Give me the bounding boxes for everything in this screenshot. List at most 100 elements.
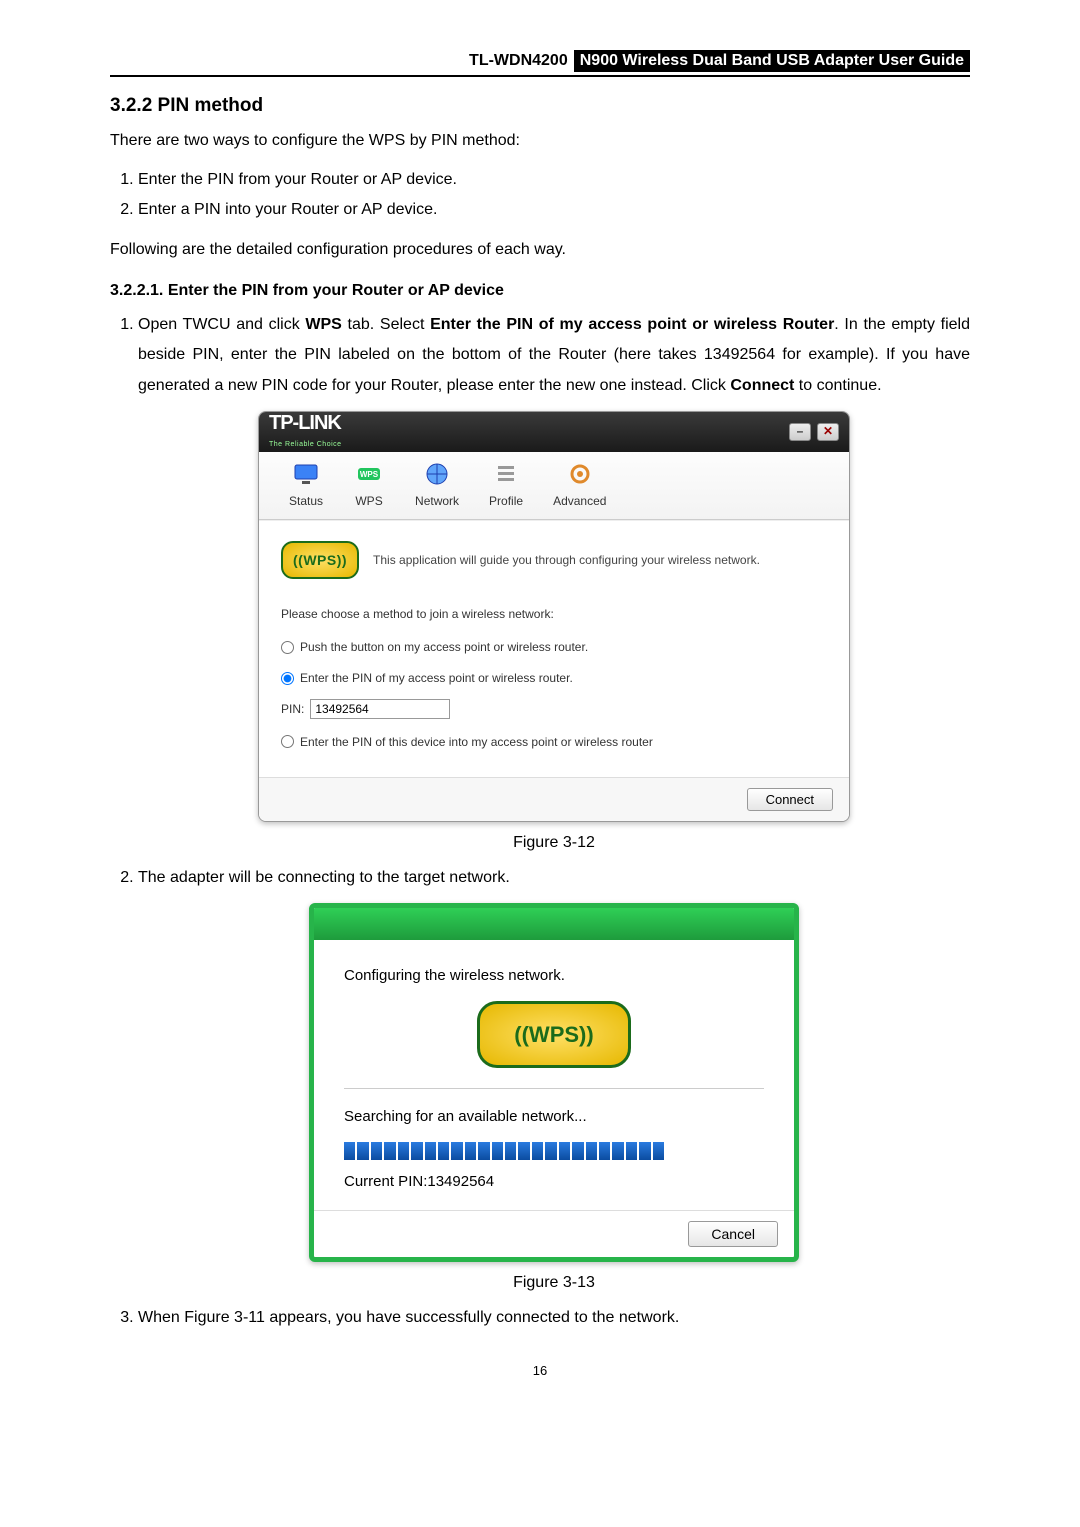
progress-segment [357,1142,368,1160]
progress-segment [599,1142,610,1160]
radio-enter-pin-device-label: Enter the PIN of this device into my acc… [300,731,653,754]
step2-text: The adapter will be connecting to the ta… [138,869,510,886]
progress-segment [532,1142,543,1160]
step1-part-b: tab. Select [342,316,430,333]
progress-segment [398,1142,409,1160]
svg-text:WPS: WPS [360,470,379,479]
step-1: Open TWCU and click WPS tab. Select Ente… [138,310,970,859]
progress-segment [612,1142,623,1160]
step1-part-d: to continue. [794,377,881,394]
page-header: TL-WDN4200 N900 Wireless Dual Band USB A… [110,50,970,77]
tab-network[interactable]: Network [415,460,459,513]
progress-segment [559,1142,570,1160]
radio-push-label: Push the button on my access point or wi… [300,636,588,659]
progress-segment [371,1142,382,1160]
progress-dialog: Configuring the wireless network. ((WPS)… [309,903,799,1262]
list-icon [490,460,522,488]
progress-titlebar [314,908,794,940]
progress-segment [586,1142,597,1160]
wps-intro-row: ((WPS)) This application will guide you … [281,541,827,580]
guide-title: N900 Wireless Dual Band USB Adapter User… [574,50,970,72]
section-heading: 3.2.2 PIN method [110,95,970,117]
pin-label: PIN: [281,698,304,721]
gear-icon [564,460,596,488]
radio-enter-pin-device[interactable]: Enter the PIN of this device into my acc… [281,731,827,754]
tab-profile-label: Profile [489,494,523,508]
radio-enter-pin-ap-input[interactable] [281,672,294,685]
logo-block: TP-LINK The Reliable Choice [269,413,342,451]
progress-segment [492,1142,503,1160]
close-button[interactable]: ✕ [817,423,839,441]
monitor-icon [290,460,322,488]
subsection-heading: 3.2.2.1. Enter the PIN from your Router … [110,282,970,300]
ways-list: Enter the PIN from your Router or AP dev… [110,165,970,226]
radio-enter-pin-ap-label: Enter the PIN of my access point or wire… [300,667,573,690]
tab-status-label: Status [289,494,323,508]
step1-part-a: Open TWCU and click [138,316,305,333]
globe-icon [421,460,453,488]
twcu-window: TP-LINK The Reliable Choice – ✕ Status [258,411,850,822]
tab-advanced[interactable]: Advanced [553,460,606,513]
wps-guide-text: This application will guide you through … [373,549,760,572]
app-footer: Connect [259,777,849,821]
model-number: TL-WDN4200 [463,50,574,72]
tab-status[interactable]: Status [289,460,323,513]
progress-segment [572,1142,583,1160]
pin-row: PIN: [281,698,827,721]
cancel-button[interactable]: Cancel [688,1221,778,1247]
app-titlebar: TP-LINK The Reliable Choice – ✕ [259,412,849,452]
way-1: Enter the PIN from your Router or AP dev… [138,165,970,195]
tab-profile[interactable]: Profile [489,460,523,513]
figure-3-13-caption: Figure 3-13 [138,1268,970,1298]
progress-bar [344,1142,664,1160]
wps-badge-large-icon: ((WPS)) [477,1001,631,1069]
progress-segment [505,1142,516,1160]
tab-advanced-label: Advanced [553,494,606,508]
progress-segment [411,1142,422,1160]
configuring-text: Configuring the wireless network. [344,962,764,991]
radio-enter-pin-device-input[interactable] [281,735,294,748]
progress-segment [626,1142,637,1160]
step1-connect-bold: Connect [730,377,794,394]
progress-segment [344,1142,355,1160]
page-number: 16 [110,1363,970,1378]
pin-input[interactable] [310,699,450,719]
step1-bold2: Enter the PIN of my access point or wire… [430,316,834,333]
following-text: Following are the detailed configuration… [110,238,970,262]
minimize-button[interactable]: – [789,423,811,441]
step-2: The adapter will be connecting to the ta… [138,863,970,1299]
choose-method-text: Please choose a method to join a wireles… [281,603,827,626]
tplink-tagline: The Reliable Choice [269,438,342,451]
searching-text: Searching for an available network... [344,1103,764,1132]
tab-wps-label: WPS [355,494,382,508]
divider [344,1088,764,1089]
progress-segment [451,1142,462,1160]
progress-segment [384,1142,395,1160]
radio-push-input[interactable] [281,641,294,654]
tab-network-label: Network [415,494,459,508]
progress-segment [465,1142,476,1160]
tab-wps[interactable]: WPS WPS [353,460,385,513]
app-tabs: Status WPS WPS Network [259,452,849,520]
figure-3-12-caption: Figure 3-12 [138,828,970,858]
radio-push-button[interactable]: Push the button on my access point or wi… [281,636,827,659]
connect-button[interactable]: Connect [747,788,833,811]
tplink-logo: TP-LINK [269,412,341,434]
progress-segment [425,1142,436,1160]
wps-badge-icon: ((WPS)) [281,541,359,580]
progress-segment [653,1142,664,1160]
wps-icon: WPS [353,460,385,488]
step-3: When Figure 3-11 appears, you have succe… [138,1303,970,1333]
progress-segment [545,1142,556,1160]
progress-segment [438,1142,449,1160]
step1-wps-bold: WPS [305,316,341,333]
step-list: Open TWCU and click WPS tab. Select Ente… [110,310,970,1333]
intro-text: There are two ways to configure the WPS … [110,129,970,153]
progress-footer: Cancel [314,1210,794,1257]
progress-segment [639,1142,650,1160]
current-pin-text: Current PIN:13492564 [344,1168,764,1197]
way-2: Enter a PIN into your Router or AP devic… [138,195,970,225]
app-content: ((WPS)) This application will guide you … [259,520,849,778]
window-controls: – ✕ [789,423,839,441]
radio-enter-pin-ap[interactable]: Enter the PIN of my access point or wire… [281,667,827,690]
